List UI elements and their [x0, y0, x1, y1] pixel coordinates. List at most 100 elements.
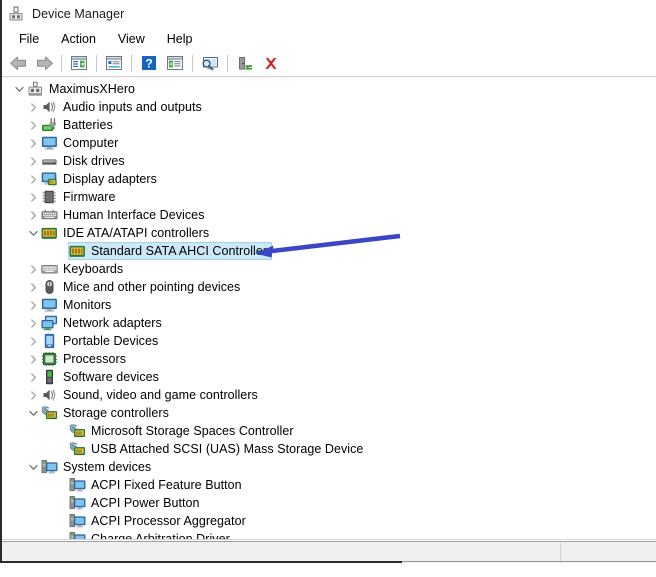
chevron-right-icon[interactable] — [26, 170, 40, 188]
tree-item-content[interactable]: Processors — [40, 350, 127, 368]
tree-item[interactable]: ACPI Power Button — [0, 494, 656, 512]
tree-item[interactable]: Monitors — [0, 296, 656, 314]
chevron-right-icon[interactable] — [26, 368, 40, 386]
device-tree[interactable]: MaximusXHero Audio inputs and outputs Ba… — [0, 80, 656, 539]
tree-item[interactable]: Batteries — [0, 116, 656, 134]
tree-item[interactable]: Mice and other pointing devices — [0, 278, 656, 296]
tree-item[interactable]: Firmware — [0, 188, 656, 206]
tree-item-label: Monitors — [63, 298, 112, 312]
menu-help[interactable]: Help — [156, 30, 204, 49]
tree-item-content[interactable]: ACPI Power Button — [68, 494, 201, 512]
tree-item-content[interactable]: Human Interface Devices — [40, 206, 206, 224]
help-button[interactable]: ? — [136, 52, 162, 74]
tree-item[interactable]: Display adapters — [0, 170, 656, 188]
chevron-down-icon[interactable] — [26, 458, 40, 476]
speaker-icon — [41, 99, 58, 115]
ide-controller-icon — [69, 243, 86, 259]
tree-item-content[interactable]: Microsoft Storage Spaces Controller — [68, 422, 295, 440]
tree-item-content[interactable]: Standard SATA AHCI Controller — [68, 242, 273, 260]
scan-for-hardware-changes-button[interactable] — [197, 52, 223, 74]
tree-item-content[interactable]: Computer — [40, 134, 119, 152]
chevron-right-icon[interactable] — [26, 98, 40, 116]
tree-item-content[interactable]: ACPI Processor Aggregator — [68, 512, 247, 530]
chevron-right-icon[interactable] — [26, 332, 40, 350]
device-manager-icon — [7, 5, 25, 23]
portable-device-icon — [41, 333, 58, 349]
tree-item[interactable]: Disk drives — [0, 152, 656, 170]
tree-item[interactable]: Sound, video and game controllers — [0, 386, 656, 404]
tree-item-content[interactable]: Sound, video and game controllers — [40, 386, 259, 404]
chevron-down-icon[interactable] — [26, 404, 40, 422]
menu-action[interactable]: Action — [50, 30, 107, 49]
speaker-icon — [41, 387, 58, 403]
chevron-right-icon[interactable] — [26, 188, 40, 206]
tree-item-content[interactable]: Keyboards — [40, 260, 124, 278]
tree-item-content[interactable]: MaximusXHero — [26, 80, 136, 98]
chevron-placeholder — [54, 440, 68, 458]
forward-button[interactable] — [31, 52, 57, 74]
chevron-right-icon[interactable] — [26, 278, 40, 296]
uninstall-device-button[interactable] — [258, 52, 284, 74]
tree-item-content[interactable]: Disk drives — [40, 152, 126, 170]
device-manager-window: Device Manager File Action View Help ? M… — [0, 0, 656, 577]
tree-item[interactable]: System devices — [0, 458, 656, 476]
chevron-right-icon[interactable] — [26, 350, 40, 368]
chevron-down-icon[interactable] — [12, 80, 26, 98]
tree-item-content[interactable]: Mice and other pointing devices — [40, 278, 241, 296]
tree-item[interactable]: Audio inputs and outputs — [0, 98, 656, 116]
tree-item-content[interactable]: System devices — [40, 458, 152, 476]
tree-item[interactable]: Human Interface Devices — [0, 206, 656, 224]
tree-item[interactable]: Storage controllers — [0, 404, 656, 422]
tree-item[interactable]: Keyboards — [0, 260, 656, 278]
tree-item[interactable]: Processors — [0, 350, 656, 368]
chevron-down-icon[interactable] — [26, 224, 40, 242]
chevron-right-icon[interactable] — [26, 206, 40, 224]
tree-item-label: Storage controllers — [63, 406, 169, 420]
tree-item-content[interactable]: Network adapters — [40, 314, 163, 332]
software-device-icon — [41, 369, 58, 385]
tree-item-content[interactable]: USB Attached SCSI (UAS) Mass Storage Dev… — [68, 440, 364, 458]
chevron-right-icon[interactable] — [26, 386, 40, 404]
tree-item-content[interactable]: ACPI Fixed Feature Button — [68, 476, 243, 494]
system-device-icon — [69, 495, 86, 511]
tree-item-label: Display adapters — [63, 172, 157, 186]
tree-item[interactable]: Computer — [0, 134, 656, 152]
chevron-right-icon[interactable] — [26, 296, 40, 314]
tree-item[interactable]: Network adapters — [0, 314, 656, 332]
chevron-right-icon[interactable] — [26, 134, 40, 152]
tree-item[interactable]: ACPI Processor Aggregator — [0, 512, 656, 530]
tree-item-content[interactable]: Display adapters — [40, 170, 158, 188]
tree-item[interactable]: MaximusXHero — [0, 80, 656, 98]
tree-item-content[interactable]: Firmware — [40, 188, 116, 206]
tree-item-content[interactable]: IDE ATA/ATAPI controllers — [40, 224, 210, 242]
chevron-right-icon[interactable] — [26, 314, 40, 332]
chevron-right-icon[interactable] — [26, 152, 40, 170]
tree-item-content[interactable]: Charge Arbitration Driver — [68, 530, 231, 539]
tree-item-content[interactable]: Portable Devices — [40, 332, 159, 350]
tree-item-content[interactable]: Batteries — [40, 116, 114, 134]
tree-item-content[interactable]: Software devices — [40, 368, 160, 386]
show-hide-console-tree-button[interactable] — [66, 52, 92, 74]
update-driver-button[interactable] — [232, 52, 258, 74]
chevron-right-icon[interactable] — [26, 260, 40, 278]
tree-item[interactable]: Standard SATA AHCI Controller — [0, 242, 656, 260]
action-menu-button[interactable] — [162, 52, 188, 74]
tree-item[interactable]: Charge Arbitration Driver — [0, 530, 656, 539]
system-device-icon — [69, 477, 86, 493]
tree-item[interactable]: Portable Devices — [0, 332, 656, 350]
tree-item[interactable]: Software devices — [0, 368, 656, 386]
chevron-right-icon[interactable] — [26, 116, 40, 134]
tree-item-content[interactable]: Storage controllers — [40, 404, 170, 422]
tree-item-content[interactable]: Monitors — [40, 296, 112, 314]
tree-item-content[interactable]: Audio inputs and outputs — [40, 98, 203, 116]
properties-button[interactable] — [101, 52, 127, 74]
disk-drive-icon — [41, 153, 58, 169]
tree-item[interactable]: USB Attached SCSI (UAS) Mass Storage Dev… — [0, 440, 656, 458]
back-button[interactable] — [5, 52, 31, 74]
tree-item[interactable]: Microsoft Storage Spaces Controller — [0, 422, 656, 440]
menu-view[interactable]: View — [107, 30, 156, 49]
chevron-placeholder — [54, 476, 68, 494]
tree-item[interactable]: IDE ATA/ATAPI controllers — [0, 224, 656, 242]
tree-item[interactable]: ACPI Fixed Feature Button — [0, 476, 656, 494]
menu-file[interactable]: File — [8, 30, 50, 49]
